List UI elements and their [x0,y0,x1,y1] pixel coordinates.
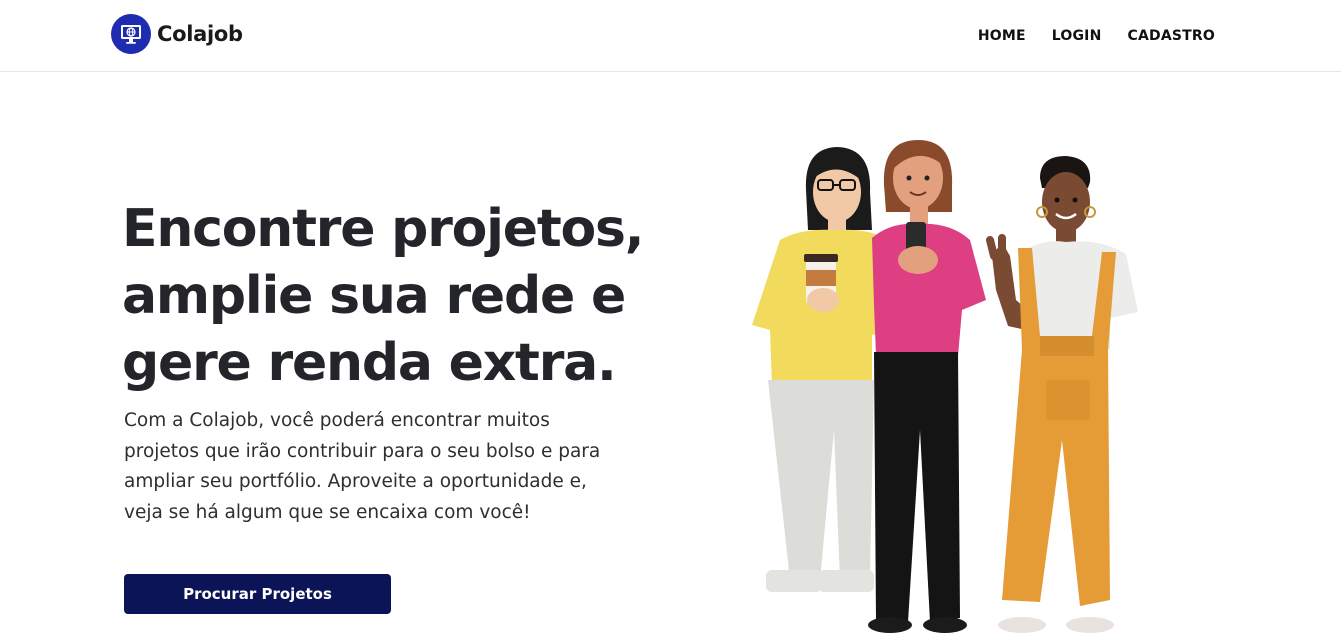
person-orange-overalls [986,156,1138,633]
hero-description-line: ampliar seu portfólio. Aproveite a oport… [124,471,587,492]
nav-login[interactable]: LOGIN [1052,28,1102,44]
hero-description-line: projetos que irão contribuir para o seu … [124,440,601,462]
nav-home[interactable]: HOME [978,28,1026,44]
site-header: Colajob HOME LOGIN CADASTRO [0,0,1341,72]
hero-description-line: Com a Colajob, você poderá encontrar mui… [124,410,550,431]
brand-logo-link[interactable]: Colajob [111,14,243,54]
hero-description: Com a Colajob, você poderá encontrar mui… [124,406,664,528]
hero-title-line: Encontre projetos, [122,199,645,259]
search-projects-button[interactable]: Procurar Projetos [124,574,391,614]
nav-cadastro[interactable]: CADASTRO [1128,28,1215,44]
person-pink-shirt-phone [868,140,986,633]
brand-name: Colajob [157,22,243,46]
three-people-illustration [740,130,1160,637]
main-nav: HOME LOGIN CADASTRO [978,0,1215,72]
hero-title-line: amplie sua rede e [122,266,626,326]
hero-title: Encontre projetos, amplie sua rede e ger… [122,196,682,397]
monitor-globe-icon [111,14,151,54]
hero-title-line: gere renda extra. [122,333,617,393]
hero-description-line: veja se há algum que se encaixa com você… [124,501,531,523]
person-glasses-yellow-shirt [752,147,894,592]
